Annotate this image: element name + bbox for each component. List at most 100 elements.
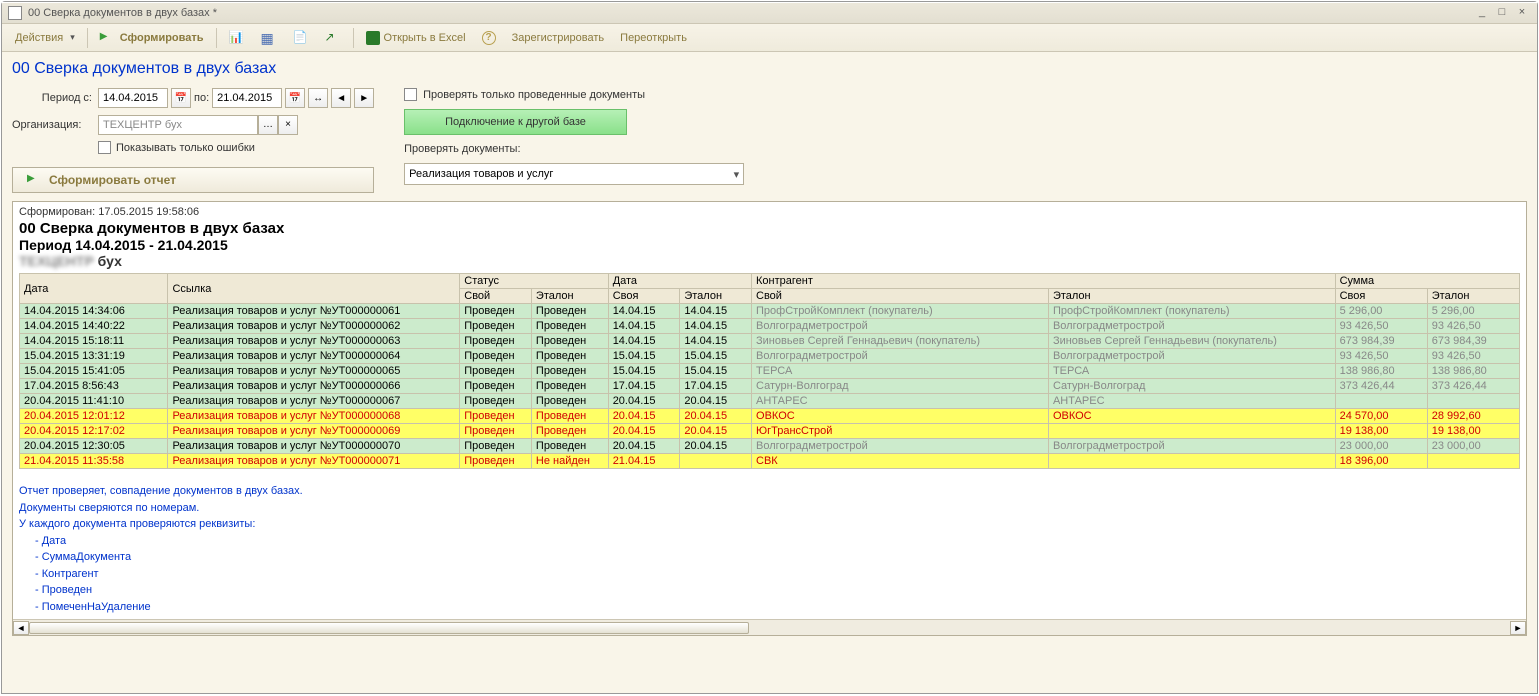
- th-date2: Дата: [608, 274, 751, 289]
- table-cell: ОВКОС: [1048, 409, 1335, 424]
- table-cell: 14.04.15: [608, 334, 680, 349]
- play-icon: [100, 30, 116, 46]
- report-notes: Отчет проверяет, совпадение документов в…: [19, 483, 1520, 615]
- excel-icon: [366, 31, 380, 45]
- table-cell: 14.04.2015 15:18:11: [20, 334, 168, 349]
- reopen-label: Переоткрыть: [620, 32, 687, 44]
- table-row[interactable]: 14.04.2015 14:40:22Реализация товаров и …: [20, 319, 1520, 334]
- table-cell: Реализация товаров и услуг №УТ000000070: [168, 439, 460, 454]
- table-row[interactable]: 21.04.2015 11:35:58Реализация товаров и …: [20, 454, 1520, 469]
- form-report-button[interactable]: Сформировать отчет: [12, 167, 374, 193]
- table-cell: Проведен: [460, 394, 532, 409]
- table-cell: Проведен: [460, 364, 532, 379]
- page-title: 00 Сверка документов в двух базах: [12, 60, 1527, 78]
- scroll-right-button[interactable]: ►: [1510, 621, 1526, 635]
- org-input[interactable]: [98, 115, 258, 135]
- table-cell: 138 986,80: [1427, 364, 1519, 379]
- table-row[interactable]: 20.04.2015 11:41:10Реализация товаров и …: [20, 394, 1520, 409]
- form-button[interactable]: Сформировать: [93, 27, 211, 49]
- close-button[interactable]: ×: [1513, 5, 1531, 21]
- table-cell: Проведен: [531, 334, 608, 349]
- org-label: Организация:: [12, 119, 92, 131]
- period-to-calendar-button[interactable]: 📅: [285, 88, 305, 108]
- table-cell: Проведен: [531, 424, 608, 439]
- open-excel-button[interactable]: Открыть в Excel: [359, 27, 473, 49]
- check-posted-label: Проверять только проведенные документы: [423, 89, 645, 101]
- note-indent: - Контрагент: [19, 566, 1520, 583]
- org-clear-button[interactable]: ×: [278, 115, 298, 135]
- doc-type-select[interactable]: Реализация товаров и услуг ▾: [404, 163, 744, 185]
- sheet-button[interactable]: [286, 27, 316, 49]
- actions-label: Действия: [15, 32, 63, 44]
- parameters-panel: Период с: 📅 по: 📅 ↔ ◄ ► Организация: … ×: [12, 88, 1527, 193]
- table-cell: 14.04.2015 14:34:06: [20, 304, 168, 319]
- table-cell: 17.04.15: [680, 379, 752, 394]
- form-report-label: Сформировать отчет: [49, 173, 176, 187]
- th-etalon3: Эталон: [1048, 289, 1335, 304]
- period-from-label: Период с:: [12, 92, 92, 104]
- period-to-input[interactable]: [212, 88, 282, 108]
- scroll-thumb[interactable]: [29, 622, 749, 634]
- table-row[interactable]: 20.04.2015 12:30:05Реализация товаров и …: [20, 439, 1520, 454]
- table-cell: Проведен: [460, 349, 532, 364]
- scroll-left-button[interactable]: ◄: [13, 621, 29, 635]
- period-selector-button[interactable]: ↔: [308, 88, 328, 108]
- horizontal-scrollbar[interactable]: ◄ ►: [13, 619, 1526, 635]
- table-cell: 15.04.15: [608, 364, 680, 379]
- period-to-label: по:: [194, 92, 209, 104]
- th-sum: Сумма: [1335, 274, 1519, 289]
- connect-other-base-button[interactable]: Подключение к другой базе: [404, 109, 627, 135]
- chart-button[interactable]: [222, 27, 252, 49]
- report-table: Дата Ссылка Статус Дата Контрагент Сумма…: [19, 273, 1520, 469]
- table-cell: 20.04.15: [680, 439, 752, 454]
- table-row[interactable]: 15.04.2015 15:41:05Реализация товаров и …: [20, 364, 1520, 379]
- help-button[interactable]: [475, 27, 503, 49]
- table-cell: Проведен: [531, 409, 608, 424]
- table-cell: АНТАРЕС: [752, 394, 1049, 409]
- table-cell: Проведен: [531, 364, 608, 379]
- minimize-button[interactable]: _: [1473, 5, 1491, 21]
- show-errors-checkbox[interactable]: [98, 141, 111, 154]
- actions-menu[interactable]: Действия: [8, 27, 82, 49]
- table-cell: 23 000,00: [1427, 439, 1519, 454]
- maximize-button[interactable]: □: [1493, 5, 1511, 21]
- table-cell: Проведен: [531, 379, 608, 394]
- table-cell: Проведен: [531, 349, 608, 364]
- table-cell: ОВКОС: [752, 409, 1049, 424]
- table-row[interactable]: 20.04.2015 12:01:12Реализация товаров и …: [20, 409, 1520, 424]
- table-cell: 20.04.15: [680, 394, 752, 409]
- table-cell: 24 570,00: [1335, 409, 1427, 424]
- table-cell: Волгоградметрострой: [1048, 439, 1335, 454]
- check-posted-checkbox[interactable]: [404, 88, 417, 101]
- reopen-button[interactable]: Переоткрыть: [613, 27, 694, 49]
- table-cell: 20.04.2015 11:41:10: [20, 394, 168, 409]
- grid-button[interactable]: [254, 27, 284, 49]
- table-cell: 5 296,00: [1427, 304, 1519, 319]
- table-cell: Реализация товаров и услуг №УТ000000069: [168, 424, 460, 439]
- table-row[interactable]: 14.04.2015 15:18:11Реализация товаров и …: [20, 334, 1520, 349]
- register-button[interactable]: Зарегистрировать: [505, 27, 612, 49]
- th-counterparty: Контрагент: [752, 274, 1336, 289]
- table-cell: Проведен: [460, 379, 532, 394]
- table-row[interactable]: 17.04.2015 8:56:43Реализация товаров и у…: [20, 379, 1520, 394]
- table-cell: 20.04.15: [608, 439, 680, 454]
- period-next-button[interactable]: ►: [354, 88, 374, 108]
- app-window: 00 Сверка документов в двух базах * _ □ …: [1, 1, 1538, 694]
- table-row[interactable]: 15.04.2015 13:31:19Реализация товаров и …: [20, 349, 1520, 364]
- table-cell: 93 426,50: [1427, 319, 1519, 334]
- sheet-icon: [293, 30, 309, 46]
- export-button[interactable]: [318, 27, 348, 49]
- report-panel: Сформирован: 17.05.2015 19:58:06 00 Свер…: [12, 201, 1527, 636]
- table-cell: ЮгТрансСтрой: [752, 424, 1049, 439]
- table-cell: 21.04.2015 11:35:58: [20, 454, 168, 469]
- table-row[interactable]: 14.04.2015 14:34:06Реализация товаров и …: [20, 304, 1520, 319]
- period-from-calendar-button[interactable]: 📅: [171, 88, 191, 108]
- org-select-button[interactable]: …: [258, 115, 278, 135]
- table-row[interactable]: 20.04.2015 12:17:02Реализация товаров и …: [20, 424, 1520, 439]
- table-cell: 20.04.15: [680, 424, 752, 439]
- table-cell: Волгоградметрострой: [752, 439, 1049, 454]
- report-org: ТЕХЦЕНТР бух: [19, 253, 1520, 269]
- table-cell: ПрофСтройКомплект (покупатель): [752, 304, 1049, 319]
- period-from-input[interactable]: [98, 88, 168, 108]
- period-prev-button[interactable]: ◄: [331, 88, 351, 108]
